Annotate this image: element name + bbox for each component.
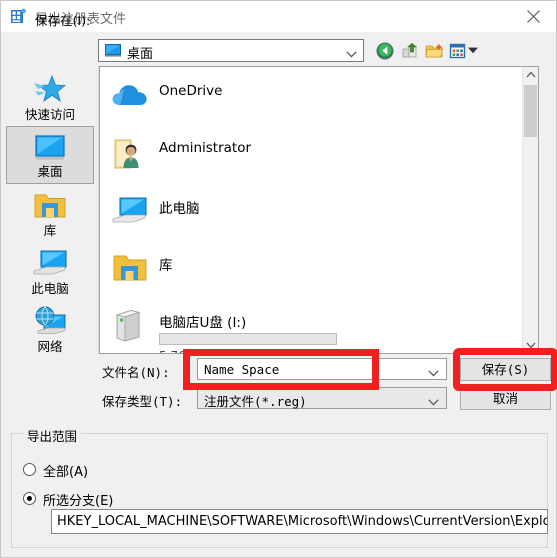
sidebar-item-desktop[interactable]: 桌面 <box>6 126 94 184</box>
radio-label: 全部(A) <box>43 465 89 480</box>
radio-button-indicator <box>23 492 36 505</box>
list-item[interactable]: 电脑店U盘 (I:) 5.76 GB 可用，共 5.98 GB <box>103 301 523 353</box>
close-button[interactable] <box>512 1 556 32</box>
file-type-label: 保存类型(T): <box>102 394 183 409</box>
view-mode-button[interactable] <box>448 41 468 61</box>
library-folder-icon <box>111 250 149 286</box>
file-list[interactable]: OneDrive Administrator 此电脑 库 电脑店U盘 (I:) <box>99 66 539 354</box>
sidebar-item-label: 快速访问 <box>24 107 75 122</box>
file-type-value: 注册文件(*.reg) <box>204 394 307 409</box>
list-item-name: 电脑店U盘 (I:) <box>159 315 247 331</box>
list-item[interactable]: 库 <box>103 244 523 298</box>
sidebar-item-quick-access[interactable]: 快速访问 <box>6 68 94 126</box>
library-folder-icon <box>32 189 68 223</box>
location-value: 桌面 <box>127 47 154 62</box>
desktop-monitor-icon <box>105 44 121 57</box>
sidebar-item-label: 桌面 <box>37 164 63 179</box>
radio-selected-dot <box>27 496 32 501</box>
export-registry-file-dialog: 导出注册表文件 保存在(I): 桌面 快速访问 桌面 库 此电脑 网络 OneD… <box>0 0 557 558</box>
onedrive-cloud-icon <box>111 79 149 115</box>
list-item[interactable]: OneDrive <box>103 73 523 127</box>
removable-drive-icon <box>111 307 149 343</box>
this-pc-icon <box>32 247 68 281</box>
user-folder-icon <box>111 136 149 172</box>
this-pc-icon <box>111 193 149 229</box>
list-item-name: 此电脑 <box>159 201 200 217</box>
chevron-down-icon[interactable] <box>523 337 538 353</box>
export-range-title: 导出范围 <box>23 426 82 445</box>
chevron-down-icon <box>346 47 357 61</box>
chevron-up-icon[interactable] <box>523 67 538 83</box>
file-name-input[interactable]: Name Space <box>197 358 447 380</box>
chevron-down-icon[interactable] <box>428 366 439 380</box>
sidebar-item-this-pc[interactable]: 此电脑 <box>6 242 94 300</box>
save-button[interactable]: 保存(S) <box>460 358 551 381</box>
list-item-name: OneDrive <box>159 83 223 99</box>
registry-editor-icon <box>10 8 27 25</box>
places-bar: 快速访问 桌面 库 此电脑 网络 <box>2 66 99 354</box>
list-item[interactable]: 此电脑 <box>103 187 523 241</box>
list-item[interactable]: Administrator <box>103 130 523 184</box>
sidebar-item-label: 此电脑 <box>31 281 69 296</box>
desktop-monitor-icon <box>32 132 68 166</box>
scrollbar-thumb[interactable] <box>524 85 537 137</box>
list-item-name: 库 <box>159 258 173 274</box>
list-item-name: Administrator <box>159 140 252 156</box>
sidebar-item-network[interactable]: 网络 <box>6 300 94 358</box>
new-folder-button[interactable] <box>424 41 444 61</box>
location-combobox[interactable]: 桌面 <box>98 39 364 62</box>
branch-path-value: HKEY_LOCAL_MACHINE\SOFTWARE\Microsoft\Wi… <box>57 514 548 529</box>
file-name-value: Name Space <box>204 362 280 377</box>
branch-path-input[interactable]: HKEY_LOCAL_MACHINE\SOFTWARE\Microsoft\Wi… <box>51 509 548 534</box>
view-mode-dropdown[interactable] <box>468 41 480 61</box>
drive-capacity-text: 5.76 GB 可用，共 5.98 GB <box>159 347 311 353</box>
up-one-level-button[interactable] <box>400 41 420 61</box>
file-name-label: 文件名(N): <box>102 365 170 380</box>
sidebar-item-libraries[interactable]: 库 <box>6 184 94 242</box>
cancel-button[interactable]: 取消 <box>460 387 551 410</box>
back-button[interactable] <box>375 41 395 61</box>
network-globe-icon <box>32 305 68 339</box>
sidebar-item-label: 库 <box>43 223 57 238</box>
file-list-scrollbar[interactable] <box>522 67 538 353</box>
drive-capacity-bar <box>159 333 337 345</box>
star-shortcut-icon <box>32 73 68 107</box>
radio-label: 所选分支(E) <box>43 494 114 509</box>
sidebar-item-label: 网络 <box>37 339 63 354</box>
save-in-label: 保存在(I): <box>35 13 91 28</box>
file-type-combobox[interactable]: 注册文件(*.reg) <box>197 387 447 409</box>
radio-button-indicator <box>23 463 36 476</box>
chevron-down-icon[interactable] <box>428 395 439 409</box>
